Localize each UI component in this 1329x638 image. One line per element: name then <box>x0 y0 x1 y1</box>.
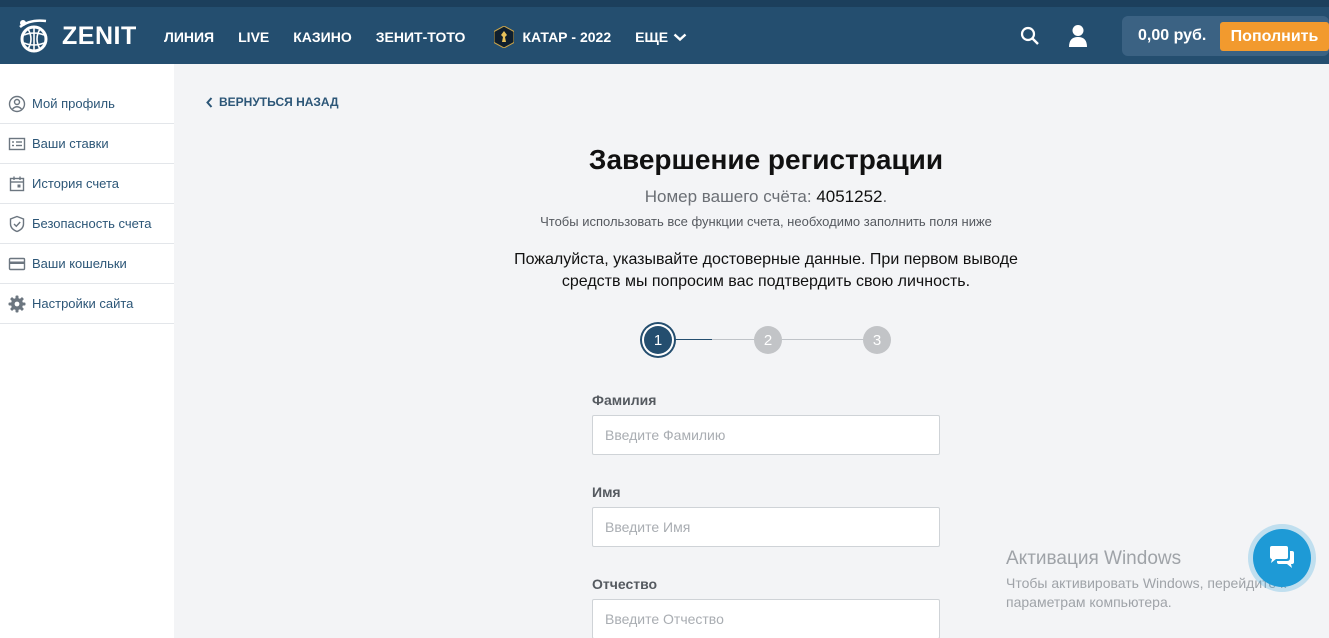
sidebar-item-label: Ваши кошельки <box>32 256 127 271</box>
nav-item-zenit-toto[interactable]: ЗЕНИТ-ТОТО <box>376 29 466 45</box>
search-icon[interactable] <box>1020 26 1040 46</box>
sidebar-item-label: Мой профиль <box>32 96 115 111</box>
header-top-strip <box>0 0 1329 7</box>
windows-activation-watermark: Активация Windows Чтобы активировать Win… <box>1006 548 1286 612</box>
sidebar-item-profile[interactable]: Мой профиль <box>0 84 174 124</box>
patronymic-label: Отчество <box>592 576 658 592</box>
zenit-logo-icon <box>19 19 48 53</box>
account-prefix: Номер вашего счёта: <box>644 187 817 206</box>
chat-button-inner <box>1253 529 1311 587</box>
registration-stepper: 1 2 3 <box>640 322 900 358</box>
nav-label: ЛИНИЯ <box>164 29 215 45</box>
watermark-line-1: Чтобы активировать Windows, перейдите к <box>1006 575 1287 591</box>
name-label: Имя <box>592 484 621 500</box>
step-connector-2 <box>712 339 754 340</box>
account-number: 4051252 <box>816 187 883 206</box>
balance-amount[interactable]: 0,00 руб. <box>1138 27 1206 45</box>
top-header: ZENIT ЛИНИЯ LIVE КАЗИНО ЗЕНИТ-ТОТО КАТАР… <box>0 0 1329 64</box>
nav-item-qatar-2022[interactable]: КАТАР - 2022 <box>489 26 611 48</box>
chat-button[interactable] <box>1248 524 1316 592</box>
fill-fields-hint: Чтобы использовать все функции счета, не… <box>540 214 992 229</box>
nav-item-casino[interactable]: КАЗИНО <box>293 29 352 45</box>
back-link-label: ВЕРНУТЬСЯ НАЗАД <box>219 95 339 109</box>
sidebar-item-security[interactable]: Безопасность счета <box>0 204 174 244</box>
step-1: 1 <box>644 326 672 354</box>
surname-input[interactable] <box>592 415 940 455</box>
nav-label: LIVE <box>238 29 270 45</box>
chevron-down-icon <box>673 33 687 41</box>
verification-notice: Пожалуйста, указывайте достоверные данны… <box>466 249 1066 293</box>
patronymic-input[interactable] <box>592 599 940 638</box>
name-input[interactable] <box>592 507 940 547</box>
sidebar-item-settings[interactable]: Настройки сайта <box>0 284 174 324</box>
nav-label: ЗЕНИТ-ТОТО <box>375 29 466 45</box>
sidebar-item-bets[interactable]: Ваши ставки <box>0 124 174 164</box>
user-icon[interactable] <box>1068 24 1088 48</box>
logo[interactable]: ZENIT <box>16 16 137 56</box>
step-3: 3 <box>863 326 891 354</box>
gear-icon <box>8 295 26 312</box>
topup-button[interactable]: Пополнить <box>1220 22 1329 51</box>
watermark-line-2: параметрам компьютера. <box>1006 594 1172 610</box>
calendar-icon <box>9 176 25 191</box>
notice-line-1: Пожалуйста, указывайте достоверные данны… <box>514 251 1018 268</box>
surname-label: Фамилия <box>592 392 657 408</box>
sidebar-item-label: Ваши ставки <box>32 136 109 151</box>
qatar-cup-icon <box>494 26 515 48</box>
nav-item-more[interactable]: ЕЩЕ <box>635 29 687 45</box>
nav-item-line[interactable]: ЛИНИЯ <box>164 29 214 45</box>
sidebar-item-wallets[interactable]: Ваши кошельки <box>0 244 174 284</box>
wallet-icon <box>8 257 26 270</box>
step-connector-3 <box>782 339 863 340</box>
shield-icon <box>9 215 25 232</box>
account-suffix: . <box>882 187 888 206</box>
nav-label: КАЗИНО <box>293 29 352 45</box>
main-nav: ЛИНИЯ LIVE КАЗИНО ЗЕНИТ-ТОТО КАТАР - 202… <box>164 20 711 54</box>
step-2: 2 <box>754 326 782 354</box>
balance-box: 0,00 руб. Пополнить <box>1122 16 1329 56</box>
page-title: Завершение регистрации <box>588 144 944 175</box>
watermark-title: Активация Windows <box>1006 548 1182 569</box>
notice-line-2: средств мы попросим вас подтвердить свою… <box>561 273 971 290</box>
chat-icon <box>1270 546 1294 568</box>
profile-icon <box>8 95 26 112</box>
logo-text: ZENIT <box>62 21 137 50</box>
nav-label: ЕЩЕ <box>635 29 669 45</box>
back-link[interactable]: ВЕРНУТЬСЯ НАЗАД <box>206 94 339 110</box>
step-connector-1 <box>671 339 712 340</box>
sidebar: Мой профиль Ваши ставки История счета Бе… <box>0 64 174 638</box>
nav-label: КАТАР - 2022 <box>522 29 612 45</box>
bets-icon <box>8 137 26 150</box>
sidebar-item-label: История счета <box>32 176 119 191</box>
account-number-line: Номер вашего счёта: 4051252. <box>466 187 1066 207</box>
chevron-left-icon <box>206 96 213 108</box>
sidebar-item-label: Настройки сайта <box>32 296 134 311</box>
sidebar-item-history[interactable]: История счета <box>0 164 174 204</box>
nav-item-live[interactable]: LIVE <box>238 29 269 45</box>
sidebar-item-label: Безопасность счета <box>32 216 152 231</box>
